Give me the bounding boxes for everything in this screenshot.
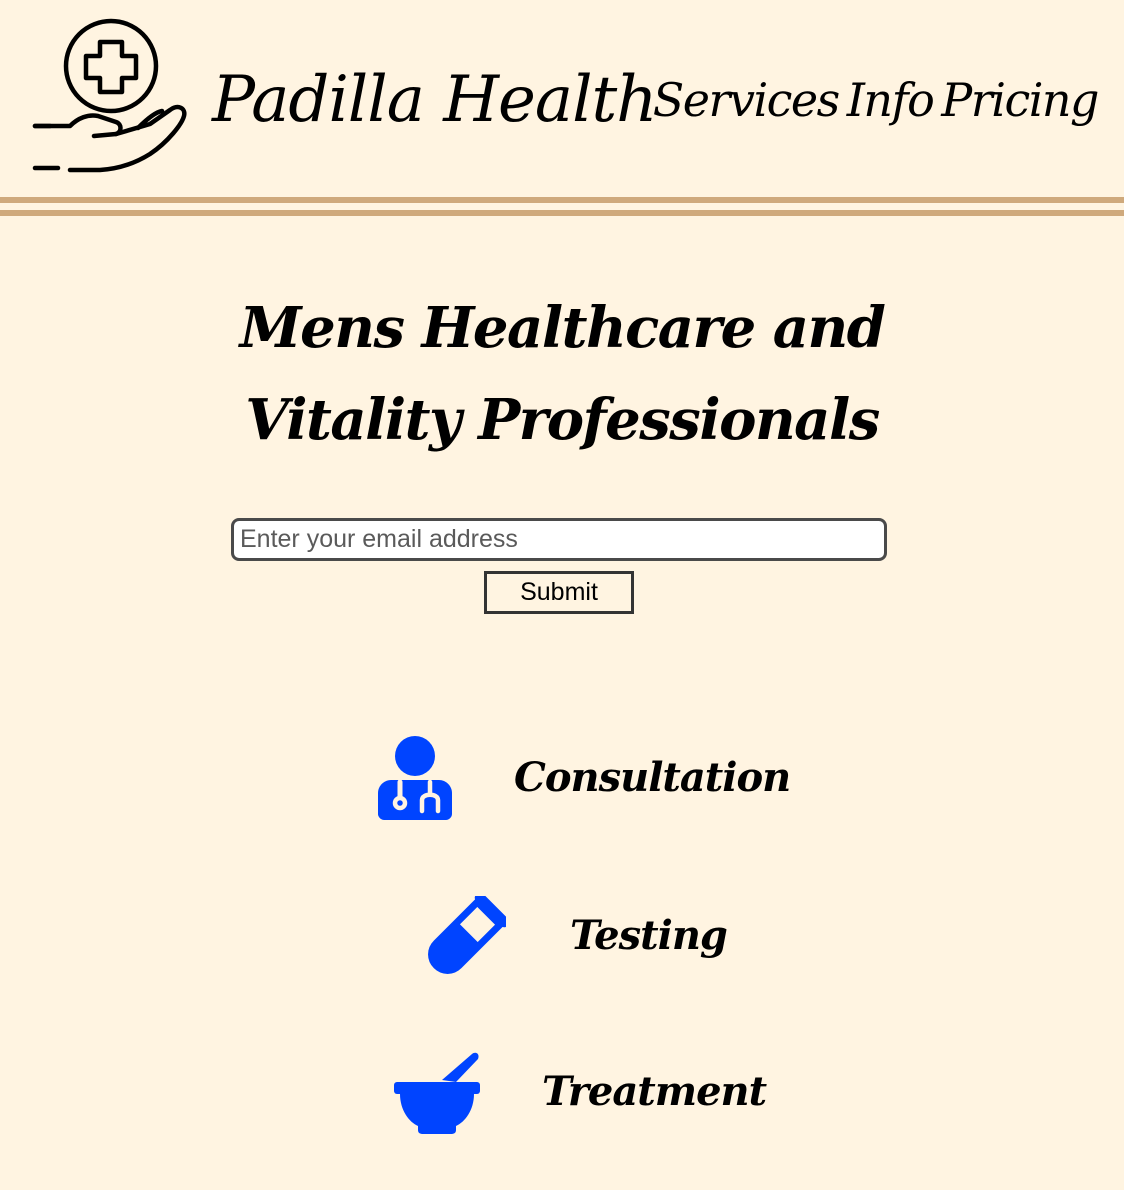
service-label-testing: Testing (570, 912, 728, 959)
nav-link-pricing[interactable]: Pricing (941, 68, 1099, 132)
service-label-treatment: Treatment (542, 1068, 767, 1115)
service-item-consultation[interactable]: Consultation (378, 736, 791, 820)
nav-link-services[interactable]: Services (653, 68, 841, 132)
nav-link-info[interactable]: Info (847, 68, 935, 132)
hand-holding-medical-icon[interactable] (30, 16, 192, 178)
service-item-treatment[interactable]: Treatment (394, 1050, 767, 1134)
main-nav: Services Info Pricing (653, 68, 1100, 132)
vial-icon (428, 896, 506, 974)
header-divider-bottom (0, 210, 1124, 216)
service-item-testing[interactable]: Testing (426, 896, 728, 976)
user-doctor-icon (378, 736, 452, 820)
header-divider-top (0, 197, 1124, 203)
brand-name[interactable]: Padilla Health (212, 58, 657, 142)
email-input[interactable] (231, 518, 887, 561)
submit-button[interactable]: Submit (484, 571, 634, 614)
page-headline: Mens Healthcare and Vitality Professiona… (239, 295, 886, 453)
site-header: Padilla Health Services Info Pricing (0, 0, 1124, 196)
mortar-pestle-icon (394, 1052, 480, 1134)
service-label-consultation: Consultation (514, 754, 791, 801)
